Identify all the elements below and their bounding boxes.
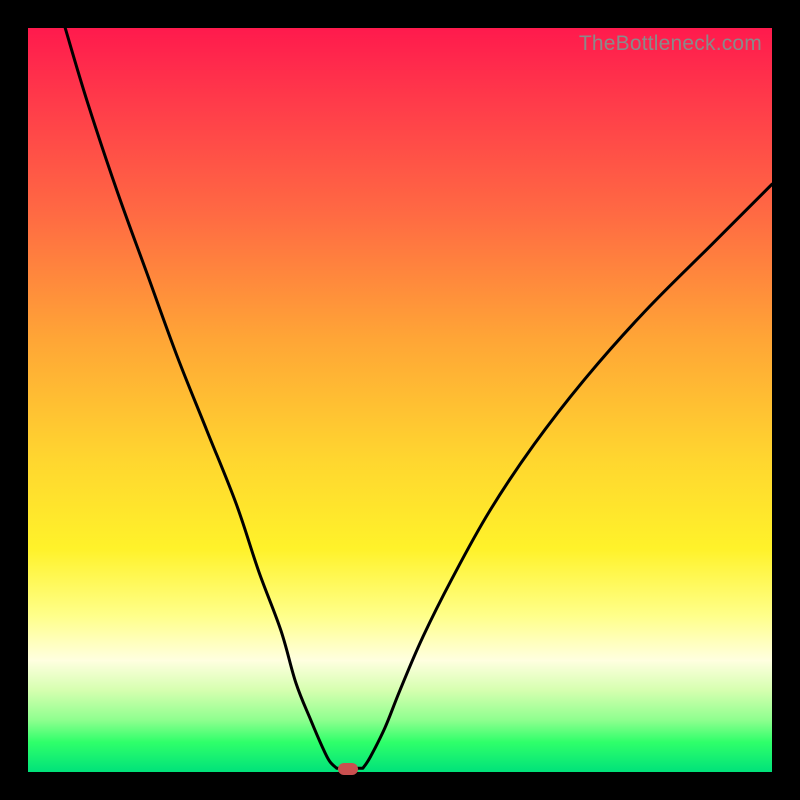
curve-layer — [28, 28, 772, 772]
plot-area: TheBottleneck.com — [28, 28, 772, 772]
optimum-marker — [338, 763, 358, 775]
bottleneck-curve — [65, 28, 772, 768]
chart-frame: TheBottleneck.com — [0, 0, 800, 800]
